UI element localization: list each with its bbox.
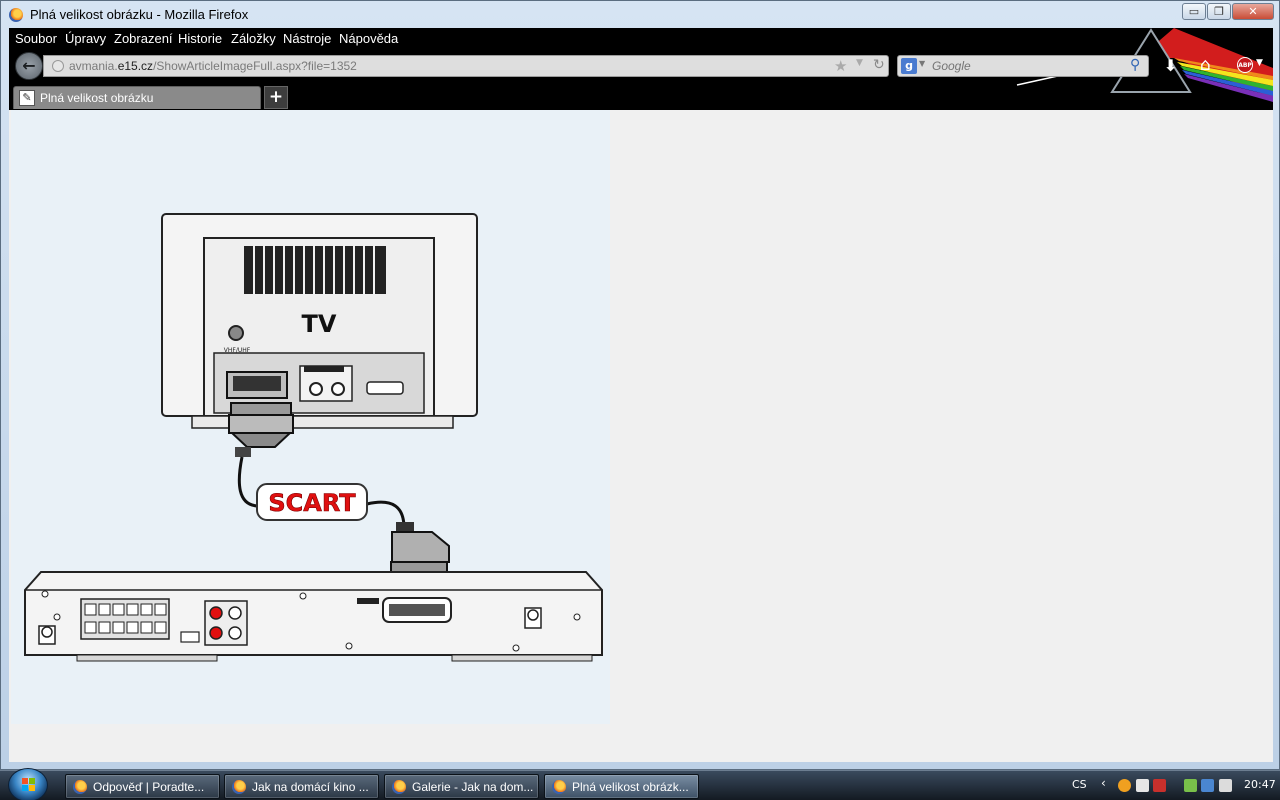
page-content: TV VHF/UHF SCART xyxy=(9,110,1273,762)
url-path: /ShowArticleImageFull.aspx?file=1352 xyxy=(153,59,357,73)
adblock-plus-icon[interactable]: ABP xyxy=(1237,57,1253,73)
tab-label: Plná velikost obrázku xyxy=(40,91,154,105)
star-icon[interactable]: ★ xyxy=(834,57,847,75)
taskbar-button-galerie[interactable]: Galerie - Jak na dom... xyxy=(384,774,539,799)
search-input[interactable] xyxy=(932,58,1122,74)
scart-connection-image: TV VHF/UHF SCART xyxy=(11,110,610,724)
menu-historie[interactable]: Historie xyxy=(178,31,222,46)
chevron-down-icon[interactable]: ▼ xyxy=(856,58,863,68)
menu-upravy[interactable]: Úpravy xyxy=(65,31,106,46)
firefox-icon xyxy=(392,780,406,794)
taskbar-button-label: Galerie - Jak na dom... xyxy=(412,780,534,794)
tray-app-icon[interactable] xyxy=(1118,779,1131,792)
firefox-icon xyxy=(9,8,23,22)
window-title: Plná velikost obrázku - Mozilla Firefox xyxy=(30,7,249,22)
menu-zalozky[interactable]: Záložky xyxy=(231,31,276,46)
url-text[interactable]: avmania.e15.cz/ShowArticleImageFull.aspx… xyxy=(69,59,357,73)
tv-label: TV xyxy=(302,310,337,338)
network-icon[interactable] xyxy=(1201,779,1214,792)
windows-start-orb-icon[interactable] xyxy=(8,768,48,800)
taskbar-button-label: Jak na domácí kino ... xyxy=(252,780,369,794)
chevron-down-icon[interactable]: ▼ xyxy=(919,59,925,68)
browser-chrome: Soubor Úpravy Zobrazení Historie Záložky… xyxy=(9,28,1273,110)
tab-plna-velikost[interactable]: ✎ Plná velikost obrázku xyxy=(13,86,261,109)
taskbar-button-jak-na-domaci-kino[interactable]: Jak na domácí kino ... xyxy=(224,774,379,799)
image-pencil-icon: ✎ xyxy=(19,90,35,106)
url-bar[interactable]: avmania.e15.cz/ShowArticleImageFull.aspx… xyxy=(43,55,889,77)
firefox-icon xyxy=(552,780,566,794)
maximize-button[interactable]: ❐ xyxy=(1207,3,1231,20)
search-bar: g ▼ ⚲ xyxy=(897,55,1149,77)
language-indicator[interactable]: CS xyxy=(1072,778,1087,791)
windows-logo-icon xyxy=(22,778,35,791)
taskbar: Odpověď | Poradte... Jak na domácí kino … xyxy=(0,768,1280,800)
chevron-down-icon[interactable]: ▼ xyxy=(1256,58,1263,68)
magnifier-icon[interactable]: ⚲ xyxy=(1130,57,1140,73)
volume-icon[interactable] xyxy=(1219,779,1232,792)
taskbar-button-plna-velikost[interactable]: Plná velikost obrázk... xyxy=(544,774,699,799)
minimize-button[interactable]: ▭ xyxy=(1182,3,1206,20)
menu-soubor[interactable]: Soubor xyxy=(15,31,57,46)
show-hidden-icons-icon[interactable]: ‹ xyxy=(1101,776,1106,790)
browser-window: Plná velikost obrázku - Mozilla Firefox … xyxy=(0,0,1280,770)
firefox-icon xyxy=(232,780,246,794)
taskbar-button-odpoved[interactable]: Odpověď | Poradte... xyxy=(65,774,220,799)
safely-remove-icon[interactable] xyxy=(1184,779,1197,792)
google-icon[interactable]: g xyxy=(901,58,917,74)
mail-icon[interactable] xyxy=(1136,779,1149,792)
url-prefix: avmania. xyxy=(69,59,118,73)
menu-napoveda[interactable]: Nápověda xyxy=(339,31,398,46)
clock[interactable]: 20:47 xyxy=(1244,778,1276,791)
taskbar-button-label: Plná velikost obrázk... xyxy=(572,780,689,794)
speaker-muted-icon[interactable] xyxy=(1153,779,1166,792)
scart-label: SCART xyxy=(268,489,356,517)
firefox-icon xyxy=(73,780,87,794)
home-icon[interactable]: ⌂ xyxy=(1200,55,1211,75)
menu-zobrazeni[interactable]: Zobrazení xyxy=(114,31,173,46)
new-tab-button[interactable]: + xyxy=(264,86,288,109)
url-domain: e15.cz xyxy=(117,59,154,73)
title-bar[interactable]: Plná velikost obrázku - Mozilla Firefox … xyxy=(1,1,1280,28)
site-identity-icon[interactable] xyxy=(52,60,64,72)
taskbar-button-label: Odpověď | Poradte... xyxy=(93,780,205,794)
close-button[interactable]: ✕ xyxy=(1232,3,1274,20)
download-arrow-icon[interactable]: ⬇ xyxy=(1164,56,1177,75)
menu-bar: Soubor Úpravy Zobrazení Historie Záložky… xyxy=(9,28,809,50)
back-button[interactable]: ← xyxy=(15,52,43,80)
menu-nastroje[interactable]: Nástroje xyxy=(283,31,331,46)
arrow-left-icon: ← xyxy=(22,56,36,75)
reload-icon[interactable]: ↻ xyxy=(873,57,885,73)
